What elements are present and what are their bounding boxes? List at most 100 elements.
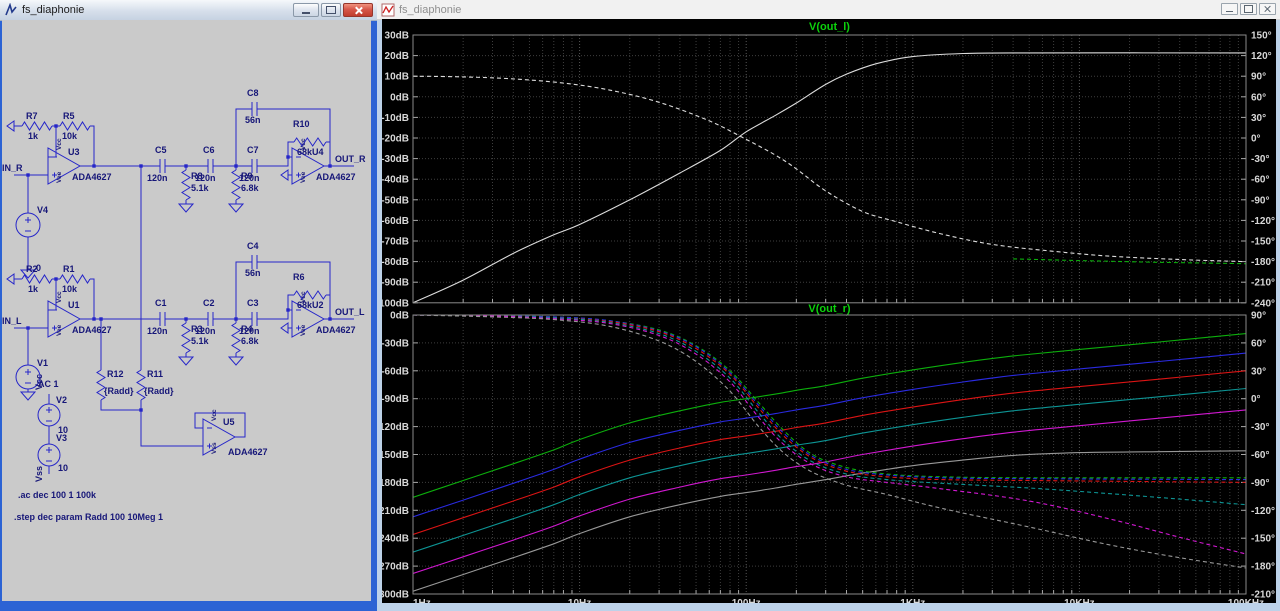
close-icon	[1264, 5, 1272, 13]
phase-tick-label: -180°	[1251, 562, 1275, 573]
waveform-plot[interactable]: 30dB 150° 20dB 120° 10dB 90° 0dB 60° -10dB 30° -20…	[376, 19, 1276, 609]
schematic-label: Vee	[56, 324, 63, 336]
phase-tick-label: -30°	[1251, 154, 1269, 165]
phase-tick-label: 0°	[1251, 394, 1261, 405]
x-tick-label: 100KHz	[1228, 598, 1264, 603]
junction-dot	[184, 164, 188, 168]
schematic-label: R10	[293, 119, 310, 129]
junction-dot	[234, 164, 238, 168]
y-tick-label: -90dB	[382, 278, 409, 289]
minimize-icon	[302, 12, 310, 14]
waveform-window-titlebar[interactable]: fs_diaphonie	[377, 0, 1280, 20]
schematic-label: .step dec param Radd 100 10Meg 1	[14, 512, 163, 522]
y-tick-label: 30dB	[385, 31, 409, 42]
junction-dot	[54, 124, 58, 128]
schematic-label: R2	[26, 264, 38, 274]
schematic-label: R11	[147, 369, 163, 379]
schematic-label: 1k	[28, 131, 39, 141]
y-tick-label: -180dB	[382, 478, 409, 489]
maximize-button[interactable]	[1240, 3, 1257, 15]
phase-tick-label: 90°	[1251, 311, 1266, 322]
phase-tick-label: 30°	[1251, 113, 1266, 124]
pane-title: V(out_r)	[808, 303, 851, 315]
schematic-label: R7	[26, 111, 38, 121]
phase-tick-label: 60°	[1251, 338, 1266, 349]
x-tick-label: 10KHz	[1064, 598, 1095, 603]
schematic-label: R12	[107, 369, 124, 379]
schematic-label: Vcc	[300, 291, 307, 303]
junction-dot	[54, 277, 58, 281]
schematic-label: C2	[203, 298, 215, 308]
phase-tick-label: -60°	[1251, 175, 1269, 186]
y-tick-label: 20dB	[385, 51, 409, 62]
schematic-label: 120n	[195, 173, 216, 183]
schematic-label: {Radd}	[104, 386, 134, 396]
x-tick-label: 1KHz	[900, 598, 925, 603]
schematic-label: Vee	[56, 171, 63, 183]
schematic-window: fs_diaphonie R7 1k R5 10k U3 ADA4627 Vcc Vee IN_…	[0, 0, 377, 611]
junction-dot	[92, 164, 96, 168]
phase-tick-label: 0°	[1251, 134, 1261, 145]
junction-dot	[286, 308, 290, 312]
y-tick-label: -300dB	[382, 590, 409, 601]
schematic-label: ADA4627	[72, 172, 112, 182]
schematic-label: U1	[68, 300, 80, 310]
schematic-label: Vee	[300, 171, 307, 183]
schematic-label: Vcc	[34, 374, 44, 390]
phase-tick-label: 150°	[1251, 31, 1272, 42]
junction-dot	[234, 317, 238, 321]
schematic-label: R1	[63, 264, 75, 274]
y-tick-label: 0dB	[390, 92, 409, 103]
y-tick-label: -150dB	[382, 450, 409, 461]
schematic-canvas[interactable]: R71kR510kU3ADA4627VccVeeIN_RV40C5120n R85…	[2, 20, 371, 601]
schematic-label: C7	[247, 145, 259, 155]
schematic-label: R5	[63, 111, 75, 121]
y-tick-label: -100dB	[382, 298, 409, 309]
schematic-label: U5	[223, 417, 235, 427]
close-button[interactable]	[343, 3, 373, 17]
schematic-label: ADA4627	[316, 172, 356, 182]
junction-dot	[328, 164, 332, 168]
close-button[interactable]	[1259, 3, 1276, 15]
schematic-label: OUT_L	[335, 307, 365, 317]
schematic-label: 120n	[147, 173, 168, 183]
phase-tick-label: -90°	[1251, 478, 1269, 489]
minimize-icon	[1226, 10, 1233, 13]
y-tick-label: -120dB	[382, 422, 409, 433]
close-icon	[354, 6, 363, 15]
y-tick-label: -10dB	[382, 113, 409, 124]
schematic-label: 5.1k	[191, 183, 210, 193]
schematic-label: Vcc	[211, 409, 218, 421]
y-tick-label: -30dB	[382, 338, 409, 349]
phase-tick-label: -150°	[1251, 237, 1275, 248]
x-tick-label: 100Hz	[732, 598, 761, 603]
schematic-label: U2	[312, 300, 324, 310]
junction-dot	[328, 317, 332, 321]
x-tick-label: 1Hz	[413, 598, 431, 603]
schematic-label: C5	[155, 145, 167, 155]
phase-tick-label: -210°	[1251, 278, 1275, 289]
y-tick-label: -210dB	[382, 506, 409, 517]
x-tick-label: 10Hz	[568, 598, 591, 603]
schematic-label: 56n	[245, 268, 261, 278]
schematic-label: C8	[247, 88, 259, 98]
maximize-icon	[1244, 5, 1253, 13]
schematic-label: 120n	[239, 326, 260, 336]
phase-tick-label: -90°	[1251, 195, 1269, 206]
schematic-label: Vcc	[56, 291, 63, 303]
schematic-label: Vss	[211, 442, 218, 454]
phase-tick-label: -120°	[1251, 506, 1275, 517]
schematic-label: V3	[56, 433, 67, 443]
minimize-button[interactable]	[293, 3, 319, 17]
maximize-button[interactable]	[321, 3, 341, 17]
schematic-label: .ac dec 100 1 100k	[18, 490, 97, 500]
schematic-label: {Radd}	[144, 386, 174, 396]
schematic-window-titlebar[interactable]: fs_diaphonie	[0, 0, 377, 21]
window-title: fs_diaphonie	[22, 4, 85, 16]
schematic-label: ADA4627	[72, 325, 112, 335]
junction-dot	[26, 326, 30, 330]
schematic-label: R6	[293, 272, 305, 282]
minimize-button[interactable]	[1221, 3, 1238, 15]
schematic-label: Vcc	[56, 138, 63, 150]
schematic-label: 120n	[239, 173, 260, 183]
